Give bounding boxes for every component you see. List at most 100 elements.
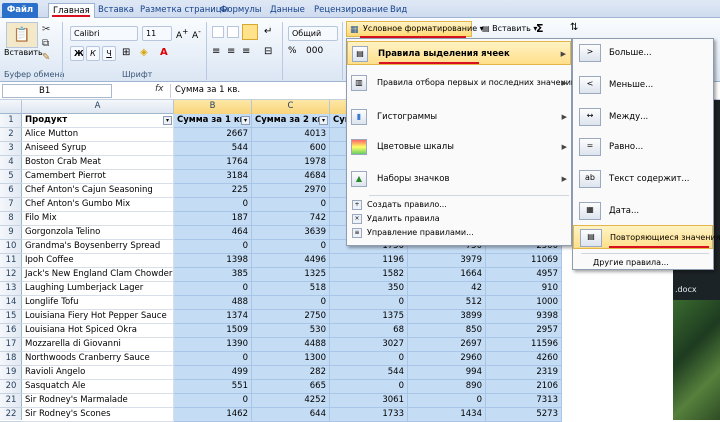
tab-data[interactable]: Данные: [266, 3, 309, 18]
table-cell[interactable]: 1978: [252, 156, 330, 170]
table-cell[interactable]: 1582: [330, 268, 408, 282]
wrap-text-icon[interactable]: ↵: [264, 26, 272, 37]
submenu-item-greater[interactable]: > Больше...: [573, 41, 713, 65]
table-cell[interactable]: Filo Mix: [22, 212, 174, 226]
menu-item-colorscales[interactable]: Цветовые шкалы ▶: [347, 135, 571, 159]
table-cell[interactable]: 7313: [486, 394, 562, 408]
name-box[interactable]: B1: [2, 84, 112, 98]
table-cell[interactable]: 488: [174, 296, 252, 310]
number-format-select[interactable]: Общий: [288, 26, 338, 41]
filter-dropdown-icon[interactable]: ▾: [241, 116, 250, 125]
align-center-icon[interactable]: ≡: [227, 46, 235, 57]
table-cell[interactable]: 512: [408, 296, 486, 310]
table-cell[interactable]: 0: [174, 352, 252, 366]
table-cell[interactable]: Chef Anton's Cajun Seasoning: [22, 184, 174, 198]
table-cell[interactable]: Ravioli Angelo: [22, 366, 174, 380]
table-cell[interactable]: 4013: [252, 128, 330, 142]
table-cell[interactable]: Jack's New England Clam Chowder: [22, 268, 174, 282]
table-cell[interactable]: 11069: [486, 254, 562, 268]
borders-icon[interactable]: ⊞: [122, 47, 130, 58]
align-top-icon[interactable]: [212, 26, 224, 38]
tab-file[interactable]: Файл: [2, 3, 38, 18]
table-cell[interactable]: 4260: [486, 352, 562, 366]
insert-cells-button[interactable]: ▤ Вставить ▾: [482, 24, 537, 33]
submenu-item-text-contains[interactable]: ab Текст содержит...: [573, 167, 713, 191]
table-cell[interactable]: 499: [174, 366, 252, 380]
column-header-a[interactable]: A: [22, 100, 174, 114]
table-cell[interactable]: Sasquatch Ale: [22, 380, 174, 394]
table-cell[interactable]: 464: [174, 226, 252, 240]
menu-item-manage-rules[interactable]: ≡ Управление правилами...: [347, 227, 571, 239]
copy-icon[interactable]: ⧉: [42, 38, 49, 49]
table-cell[interactable]: Camembert Pierrot: [22, 170, 174, 184]
align-left-icon[interactable]: ≡: [212, 46, 220, 57]
table-cell[interactable]: 1390: [174, 338, 252, 352]
table-cell[interactable]: 4684: [252, 170, 330, 184]
tab-formulas[interactable]: Формулы: [216, 3, 266, 18]
table-cell[interactable]: 4957: [486, 268, 562, 282]
table-cell[interactable]: 0: [252, 240, 330, 254]
table-cell[interactable]: Louisiana Fiery Hot Pepper Sauce: [22, 310, 174, 324]
table-cell[interactable]: 3899: [408, 310, 486, 324]
table-cell[interactable]: 0: [330, 380, 408, 394]
table-cell[interactable]: Mozzarella di Giovanni: [22, 338, 174, 352]
menu-item-iconsets[interactable]: ▲ Наборы значков ▶: [347, 167, 571, 191]
table-cell[interactable]: Gorgonzola Telino: [22, 226, 174, 240]
table-cell[interactable]: 4488: [252, 338, 330, 352]
table-cell[interactable]: Sir Rodney's Marmalade: [22, 394, 174, 408]
table-cell[interactable]: 1196: [330, 254, 408, 268]
align-middle-icon[interactable]: [227, 26, 239, 38]
fx-button[interactable]: fx: [155, 84, 164, 94]
menu-item-clear-rules[interactable]: × Удалить правила: [347, 213, 571, 225]
table-cell[interactable]: 2667: [174, 128, 252, 142]
table-cell[interactable]: 3639: [252, 226, 330, 240]
menu-item-top-bottom-rules[interactable]: ▥ Правила отбора первых и последних знач…: [347, 71, 576, 95]
table-cell[interactable]: 2697: [408, 338, 486, 352]
menu-item-databars[interactable]: ▮ Гистограммы ▶: [347, 105, 571, 129]
table-cell[interactable]: 350: [330, 282, 408, 296]
submenu-item-less[interactable]: < Меньше...: [573, 73, 713, 97]
fill-color-icon[interactable]: ◈: [140, 47, 148, 58]
table-cell[interactable]: 544: [330, 366, 408, 380]
table-cell[interactable]: 994: [408, 366, 486, 380]
sort-filter-icon[interactable]: ⇅: [570, 22, 578, 33]
autosum-button[interactable]: Σ: [536, 22, 544, 35]
table-cell[interactable]: 68: [330, 324, 408, 338]
table-cell[interactable]: 1374: [174, 310, 252, 324]
column-header-c[interactable]: C: [252, 100, 330, 114]
table-cell[interactable]: 1398: [174, 254, 252, 268]
tab-insert[interactable]: Вставка: [94, 3, 138, 18]
table-cell[interactable]: 2957: [486, 324, 562, 338]
table-cell[interactable]: 518: [252, 282, 330, 296]
table-cell[interactable]: 385: [174, 268, 252, 282]
table-cell[interactable]: 0: [174, 394, 252, 408]
font-size-select[interactable]: 11: [142, 26, 172, 41]
shrink-font-icon[interactable]: A-: [192, 27, 201, 41]
grow-font-icon[interactable]: A+: [176, 27, 188, 41]
paste-button-label[interactable]: Вставить: [4, 48, 43, 57]
table-cell[interactable]: 3027: [330, 338, 408, 352]
table-cell[interactable]: Aniseed Syrup: [22, 142, 174, 156]
submenu-item-more-rules[interactable]: Другие правила...: [573, 257, 713, 269]
select-all-corner[interactable]: [0, 100, 22, 114]
table-cell[interactable]: 850: [408, 324, 486, 338]
thousands-icon[interactable]: 000: [306, 46, 323, 56]
table-cell[interactable]: 544: [174, 142, 252, 156]
menu-item-new-rule[interactable]: + Создать правило...: [347, 199, 571, 211]
table-cell[interactable]: 530: [252, 324, 330, 338]
percent-button[interactable]: %: [288, 46, 297, 56]
conditional-formatting-button[interactable]: ▦ Условное форматирование ▾: [346, 21, 484, 37]
table-cell[interactable]: Grandma's Boysenberry Spread: [22, 240, 174, 254]
table-cell[interactable]: 2319: [486, 366, 562, 380]
table-cell[interactable]: 4252: [252, 394, 330, 408]
header-cell[interactable]: Продукт: [22, 114, 174, 128]
table-cell[interactable]: Ipoh Coffee: [22, 254, 174, 268]
table-cell[interactable]: 0: [330, 352, 408, 366]
submenu-item-between[interactable]: ↔ Между...: [573, 105, 713, 129]
tab-review[interactable]: Рецензирование: [310, 3, 392, 18]
table-cell[interactable]: 1300: [252, 352, 330, 366]
cut-icon[interactable]: ✂: [42, 24, 50, 35]
table-cell[interactable]: 187: [174, 212, 252, 226]
table-cell[interactable]: Laughing Lumberjack Lager: [22, 282, 174, 296]
table-cell[interactable]: Longlife Tofu: [22, 296, 174, 310]
